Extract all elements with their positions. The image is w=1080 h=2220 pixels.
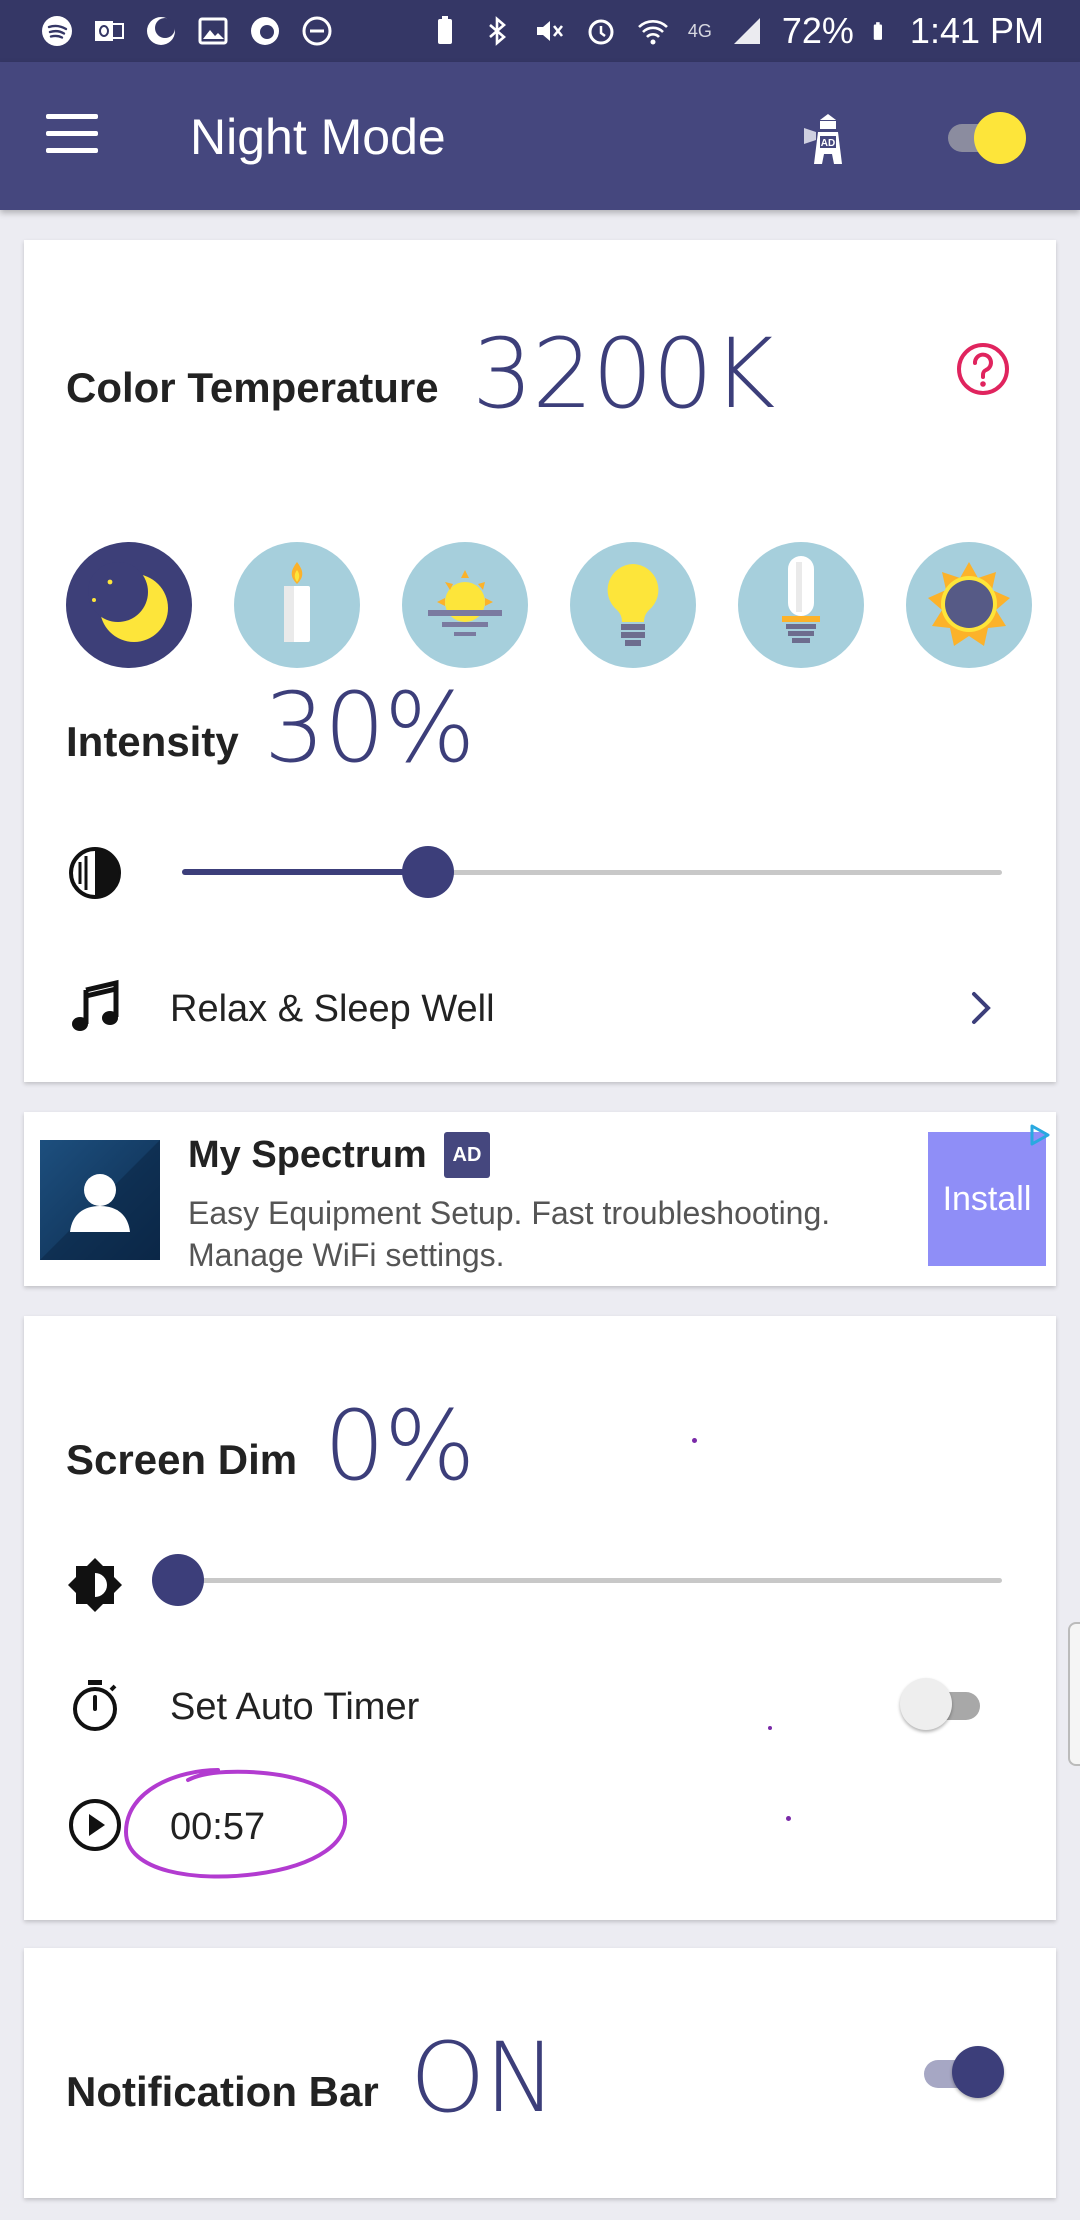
ad-banner[interactable]: My Spectrum AD Easy Equipment Setup. Fas… — [24, 1112, 1056, 1286]
notification-bar-switch[interactable] — [918, 2046, 1004, 2098]
play-circle-icon[interactable] — [66, 1796, 124, 1854]
contrast-icon — [69, 847, 121, 899]
screen-dim-value: 0% — [324, 1390, 475, 1502]
color-temperature-label: Color Temperature — [66, 364, 439, 411]
music-note-icon — [72, 979, 119, 1031]
moon-icon — [88, 562, 168, 642]
screen-dim-thumb[interactable] — [152, 1554, 204, 1606]
sun-icon — [928, 562, 1010, 646]
alarm-icon — [588, 19, 614, 45]
auto-timer-label: Set Auto Timer — [170, 1686, 420, 1728]
battery-icon — [873, 22, 882, 40]
edge-panel-handle[interactable] — [1068, 1622, 1080, 1766]
preset-sun[interactable] — [906, 542, 1032, 668]
brightness-icon — [68, 1558, 122, 1612]
night-mode-master-switch[interactable] — [944, 112, 1030, 164]
signal-icon — [733, 18, 760, 44]
adchoices-icon[interactable] — [1026, 1122, 1052, 1148]
bluetooth-icon — [488, 16, 506, 46]
preset-sunset[interactable] — [402, 542, 528, 668]
mute-icon — [536, 21, 563, 41]
outlook-icon — [95, 21, 124, 41]
ad-description: Easy Equipment Setup. Fast troubleshooti… — [188, 1195, 831, 1273]
annotation-dot — [786, 1816, 791, 1821]
clock: 1:41 PM — [909, 10, 1044, 51]
stopwatch-icon — [73, 1680, 117, 1731]
screen-dim-track — [182, 1578, 1002, 1583]
color-temperature-card: Color Temperature 3200K Intensity 30% Re… — [24, 240, 1056, 1082]
wifi-icon — [637, 20, 668, 45]
annotation-dot — [768, 1726, 772, 1730]
notification-bar-value: ON — [410, 2022, 556, 2134]
battery-percent: 72% — [781, 10, 854, 51]
firefox-icon — [251, 17, 279, 45]
notification-bar-card: Notification Bar ON — [24, 1948, 1056, 2198]
help-circle-icon[interactable] — [954, 340, 1012, 398]
ad-title: My Spectrum — [188, 1134, 427, 1176]
preset-candle[interactable] — [234, 542, 360, 668]
intensity-label: Intensity — [66, 718, 239, 765]
menu-icon[interactable] — [46, 114, 98, 154]
chevron-right-icon[interactable] — [964, 986, 1000, 1030]
annotation-dot — [692, 1438, 697, 1443]
preset-moon[interactable] — [66, 542, 192, 668]
status-bar: 4G 72% 1:41 PM — [0, 0, 1080, 62]
intensity-value: 30% — [264, 672, 475, 784]
color-temperature-value: 3200K — [472, 318, 775, 430]
annotation-circle — [123, 1768, 348, 1879]
svg-text:AD: AD — [821, 138, 835, 149]
preset-fluorescent[interactable] — [738, 542, 864, 668]
battery-saver-icon — [437, 16, 452, 44]
status-left-icons — [40, 14, 334, 48]
network-type: 4G — [687, 20, 712, 41]
intensity-thumb[interactable] — [402, 846, 454, 898]
spectrum-app-logo — [40, 1140, 160, 1260]
preset-bulb[interactable] — [570, 542, 696, 668]
status-right-icons: 4G 72% 1:41 PM — [428, 10, 1044, 52]
screen-dim-slider[interactable] — [152, 1554, 1002, 1606]
intensity-fill — [182, 869, 428, 875]
auto-timer-switch[interactable] — [900, 1678, 986, 1730]
fluorescent-icon — [782, 556, 820, 643]
user-silhouette-icon — [40, 1140, 160, 1260]
do-not-disturb-icon — [302, 16, 332, 46]
sunset-icon — [428, 570, 502, 636]
app-bar: Night Mode AD — [0, 62, 1080, 210]
screen-dim-label: Screen Dim — [66, 1436, 298, 1483]
install-button[interactable]: Install — [928, 1132, 1046, 1266]
night-icon — [147, 17, 175, 45]
intensity-slider[interactable] — [182, 846, 1002, 898]
ad-tower-icon[interactable]: AD — [796, 106, 860, 170]
ad-badge: AD — [444, 1132, 490, 1178]
notification-bar-label: Notification Bar — [66, 2068, 379, 2115]
app-title: Night Mode — [190, 109, 446, 165]
relax-sleep-link[interactable]: Relax & Sleep Well — [170, 988, 495, 1031]
gallery-icon — [198, 17, 228, 45]
bulb-icon — [607, 564, 659, 646]
candle-icon — [284, 562, 310, 642]
spotify-icon — [42, 16, 72, 46]
